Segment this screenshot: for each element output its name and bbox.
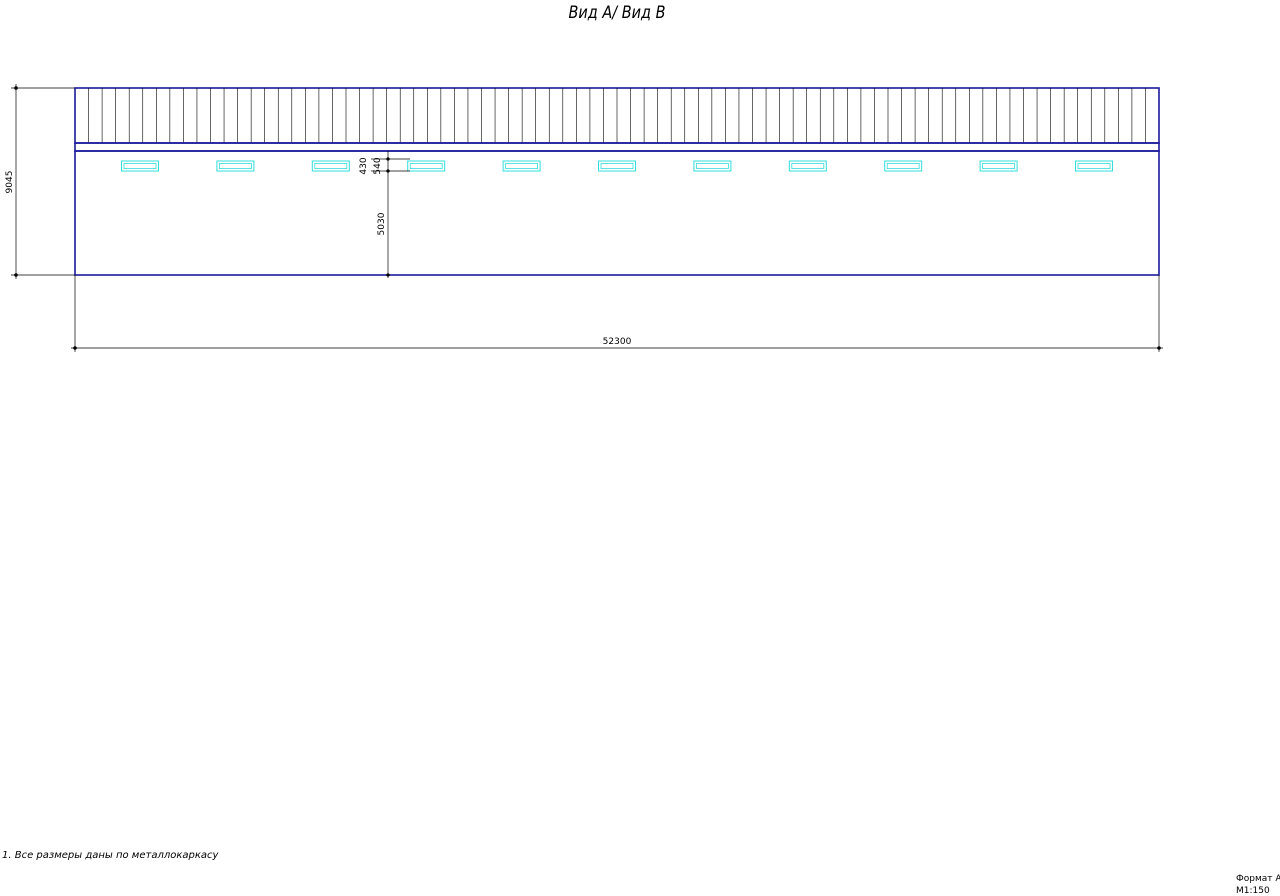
- dimension-window-offset-label: 540: [373, 157, 383, 174]
- dimension-total-width-label: 52300: [603, 337, 632, 347]
- window-glass: [505, 163, 539, 169]
- window: [502, 160, 541, 172]
- window: [979, 160, 1018, 172]
- window-glass: [1077, 163, 1111, 169]
- view-title: Вид А/ Вид В: [569, 2, 666, 22]
- window-glass: [218, 163, 252, 169]
- window-frame: [502, 160, 541, 172]
- window-glass: [886, 163, 920, 169]
- window-frame: [407, 160, 446, 172]
- eave-band: [74, 142, 1160, 152]
- window-glass: [600, 163, 634, 169]
- window: [884, 160, 923, 172]
- window-frame: [311, 160, 350, 172]
- window-frame: [979, 160, 1018, 172]
- dimension-sill-height-label: 5030: [377, 212, 387, 235]
- roof-panel-strip: [74, 87, 1160, 144]
- window: [598, 160, 636, 172]
- window: [788, 160, 827, 172]
- window-frame: [216, 160, 255, 172]
- wall-outline: [74, 150, 1160, 276]
- window-frame: [788, 160, 827, 172]
- window-glass: [314, 163, 348, 169]
- window: [1075, 160, 1113, 172]
- sheet-format: Формат А3: [1236, 874, 1280, 884]
- window: [311, 160, 350, 172]
- window-frame: [693, 160, 732, 172]
- dimension-total-height-label: 9045: [5, 171, 15, 194]
- window-glass: [696, 163, 729, 169]
- window-frame: [121, 160, 159, 172]
- dimension-total-height: [11, 84, 75, 279]
- window-glass: [123, 163, 157, 169]
- window: [407, 160, 446, 172]
- dimension-window-height-label: 430: [359, 157, 369, 174]
- window-frame: [598, 160, 636, 172]
- window-glass: [982, 163, 1015, 169]
- window-frame: [884, 160, 923, 172]
- window: [693, 160, 732, 172]
- window-glass: [409, 163, 443, 169]
- sheet-scale: М1:150: [1236, 886, 1270, 896]
- window: [216, 160, 255, 172]
- window-frame: [1075, 160, 1113, 172]
- window-row: [121, 160, 1113, 172]
- elevation-drawing: Вид А/ Вид В 9045 52300 430 540 5030 1. …: [2, 2, 1280, 896]
- roof-panel-lines: [88, 88, 1146, 143]
- general-note: 1. Все размеры даны по металлокаркасу: [2, 850, 220, 861]
- window: [121, 160, 159, 172]
- window-glass: [791, 163, 825, 169]
